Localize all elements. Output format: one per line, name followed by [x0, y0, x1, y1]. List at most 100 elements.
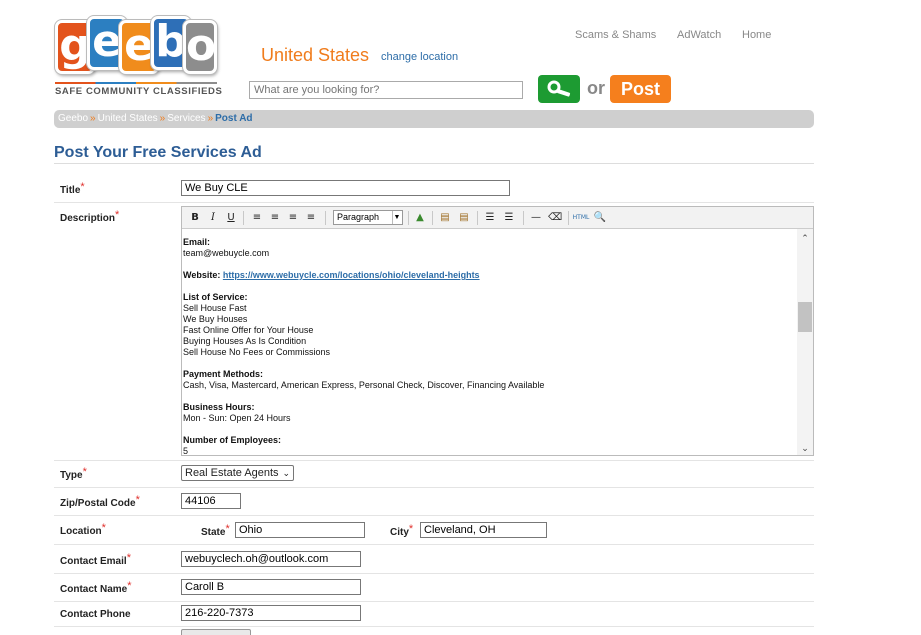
paste-word-icon[interactable]: ▤	[457, 211, 471, 225]
service-item: Sell House Fast	[183, 303, 247, 313]
align-center-icon[interactable]: ≡	[268, 211, 282, 225]
align-left-icon[interactable]: ≡	[250, 211, 264, 225]
state-label-text: State	[201, 527, 226, 538]
city-label: City*	[390, 523, 414, 538]
logo-tagline: SAFE COMMUNITY CLASSIFIEDS	[55, 86, 223, 97]
row-divider	[54, 544, 814, 545]
numbered-list-icon[interactable]: ☰	[502, 211, 516, 225]
type-label: Type*	[60, 466, 87, 481]
paste-icon[interactable]: ▤	[438, 211, 452, 225]
breadcrumb-services[interactable]: Services	[167, 113, 205, 124]
scroll-down-icon[interactable]: ⌄	[797, 441, 813, 455]
format-select-value: Paragraph	[337, 212, 380, 222]
title-input[interactable]	[181, 180, 510, 196]
contact-email-label: Contact Email*	[60, 552, 131, 567]
hours-heading: Business Hours:	[183, 402, 255, 412]
html-source-icon[interactable]: HTML	[572, 211, 590, 225]
editor-content[interactable]: Email: team@webuycle.com Website: https:…	[183, 237, 797, 457]
row-divider	[54, 573, 814, 574]
location-label-text: Location	[60, 526, 102, 537]
format-select[interactable]: Paragraph ▼	[333, 210, 403, 225]
image-icon[interactable]: ▲	[413, 211, 427, 225]
geebo-logo[interactable]: g e e b o SAFE COMMUNITY CLASSIFIEDS	[55, 16, 222, 104]
scrollbar-thumb[interactable]	[798, 302, 812, 332]
eraser-icon[interactable]: ⌫	[548, 211, 562, 225]
website-heading: Website:	[183, 270, 221, 280]
breadcrumb-separator: »	[159, 113, 166, 124]
required-marker: *	[135, 494, 140, 506]
toolbar-separator	[325, 211, 326, 225]
state-label: State*	[201, 523, 230, 538]
state-input[interactable]	[235, 522, 365, 538]
required-marker: *	[82, 466, 87, 478]
description-label: Description*	[60, 209, 120, 224]
toolbar-separator	[432, 211, 433, 225]
row-divider	[54, 515, 814, 516]
contact-phone-label: Contact Phone	[60, 609, 131, 620]
service-item: We Buy Houses	[183, 314, 248, 324]
type-select[interactable]: Real Estate Agents ⌄	[181, 465, 294, 481]
title-label: Title*	[60, 181, 85, 196]
editor-scrollbar[interactable]: ⌃ ⌄	[797, 229, 813, 455]
nav-adwatch[interactable]: AdWatch	[677, 29, 721, 41]
contact-email-input[interactable]	[181, 551, 361, 567]
dropdown-arrow-icon: ▼	[392, 211, 401, 224]
bold-icon[interactable]: B	[188, 211, 202, 225]
website-link[interactable]: https://www.webuycle.com/locations/ohio/…	[223, 270, 480, 280]
service-item: Sell House No Fees or Commissions	[183, 347, 331, 357]
type-select-value: Real Estate Agents	[185, 467, 279, 479]
breadcrumb-geebo[interactable]: Geebo	[58, 113, 88, 124]
current-country: United States	[261, 45, 370, 65]
post-ad-button[interactable]: Post	[610, 75, 671, 103]
divider	[54, 163, 814, 164]
city-input[interactable]	[420, 522, 547, 538]
type-label-text: Type	[60, 470, 83, 481]
search-input[interactable]	[249, 81, 523, 99]
contact-phone-input[interactable]	[181, 605, 361, 621]
logo-letter-o: o	[183, 20, 217, 74]
payment-text: Cash, Visa, Mastercard, American Express…	[183, 380, 545, 390]
chevron-down-icon: ⌄	[282, 468, 290, 478]
italic-icon[interactable]: I	[206, 211, 220, 225]
search-button[interactable]	[538, 75, 580, 103]
service-item: Buying Houses As Is Condition	[183, 336, 307, 346]
zoom-icon[interactable]: 🔍	[593, 211, 607, 225]
required-marker: *	[115, 209, 120, 221]
align-right-icon[interactable]: ≡	[286, 211, 300, 225]
employees-text: 5	[183, 446, 189, 456]
search-icon	[547, 80, 571, 97]
row-divider	[54, 626, 814, 627]
change-location-link[interactable]: change location	[381, 51, 458, 63]
breadcrumb-separator: »	[90, 113, 96, 124]
zip-input[interactable]	[181, 493, 241, 509]
underline-icon[interactable]: U	[224, 211, 238, 225]
breadcrumb-united-states[interactable]: United States	[98, 113, 158, 124]
toolbar-separator	[477, 211, 478, 225]
location-label: Location*	[60, 522, 106, 537]
logo-tiles: g e e b o	[55, 16, 217, 78]
title-label-text: Title	[60, 185, 81, 196]
bullet-list-icon[interactable]: ☰	[483, 211, 497, 225]
horizontal-rule-icon[interactable]: —	[529, 211, 543, 225]
row-divider	[54, 487, 814, 488]
email-heading: Email:	[183, 237, 211, 247]
description-editor[interactable]: B I U ≡ ≡ ≡ ≡ Paragraph ▼ ▲ ▤ ▤ ☰ ☰ — ⌫ H…	[181, 206, 814, 456]
choose-file-button[interactable]	[181, 629, 251, 635]
breadcrumb: Geebo» United States» Services» Post Ad	[54, 110, 814, 128]
nav-scams-shams[interactable]: Scams & Shams	[575, 29, 656, 41]
row-divider	[54, 202, 814, 203]
row-divider	[54, 460, 814, 461]
justify-icon[interactable]: ≡	[304, 211, 318, 225]
required-marker: *	[408, 523, 414, 535]
required-marker: *	[101, 522, 106, 534]
required-marker: *	[225, 523, 230, 535]
hours-text: Mon - Sun: Open 24 Hours	[183, 413, 291, 423]
contact-name-input[interactable]	[181, 579, 361, 595]
row-divider	[54, 601, 814, 602]
scroll-up-icon[interactable]: ⌃	[797, 231, 813, 245]
or-text: or	[587, 78, 605, 98]
nav-home[interactable]: Home	[742, 29, 771, 41]
